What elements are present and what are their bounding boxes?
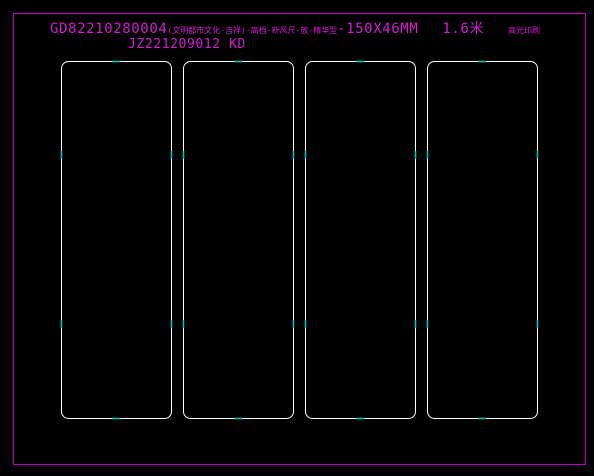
panels-group [60,60,539,420]
product-size: -150X46MM [337,21,419,37]
panel-outline [427,61,538,419]
job-number: JZ221209012 KD [128,37,246,52]
panel-1 [60,60,173,420]
product-description: (文明都市文化-吉祥)-高档-新风尺-放-精华型 [167,26,338,35]
panel-outline [183,61,294,419]
panel-4 [426,60,539,420]
thickness-label: 1.6米 [442,21,485,37]
panel-2 [182,60,295,420]
outer-frame [13,13,586,465]
print-note: 高光印刷 [508,26,541,35]
panel-outline [61,61,172,419]
product-code: GD82210280004 [50,21,168,37]
panel-3 [304,60,417,420]
title-line-1: GD82210280004(文明都市文化-吉祥)-高档-新风尺-放-精华型-15… [50,21,540,38]
drawing-canvas [13,13,586,465]
panel-outline [305,61,416,419]
